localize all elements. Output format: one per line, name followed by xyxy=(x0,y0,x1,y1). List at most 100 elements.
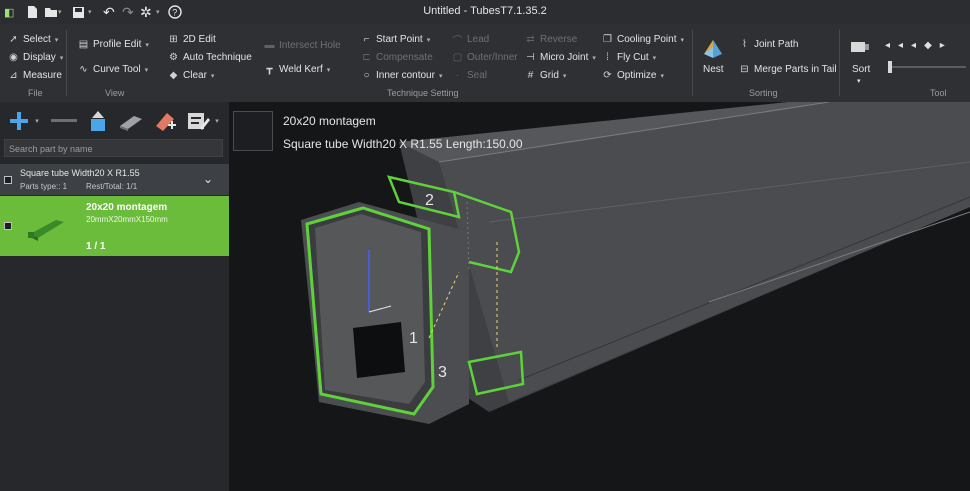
tube-model[interactable] xyxy=(229,102,970,491)
path-label-3: 3 xyxy=(438,364,447,381)
part-group-row[interactable]: Square tube Width20 X R1.55 Parts type::… xyxy=(0,164,229,195)
profile-edit-icon: ▤ xyxy=(78,39,89,50)
tube-part-icon[interactable] xyxy=(117,107,145,135)
select-button[interactable]: ➚ Select ▾ xyxy=(8,34,58,45)
joint-path-button[interactable]: ⌇ Joint Path xyxy=(739,39,798,50)
parts-type-count: Parts type:: 1 xyxy=(20,182,68,191)
viewport-part-description: Square tube Width20 X R1.55 Length:150.0… xyxy=(283,137,523,151)
rest-total-count: Rest/Total: 1/1 xyxy=(86,182,138,191)
group-label-sorting: Sorting xyxy=(749,88,778,98)
micro-joint-button[interactable]: ⊣ Micro Joint ▾ xyxy=(525,52,596,63)
reverse-button[interactable]: ⇄ Reverse xyxy=(525,34,577,45)
path-label-2: 2 xyxy=(425,192,434,209)
curve-tool-button[interactable]: ∿ Curve Tool ▾ xyxy=(78,64,148,75)
search-part-input[interactable]: Search part by name xyxy=(4,139,223,157)
cooling-point-button[interactable]: ❐ Cooling Point ▾ xyxy=(602,34,684,45)
group-label-view: View xyxy=(105,88,125,98)
nest-icon[interactable] xyxy=(700,36,726,62)
slider-handle[interactable] xyxy=(888,61,892,73)
auto-technique-icon: ⚙ xyxy=(169,52,178,63)
ribbon-separator xyxy=(66,30,67,96)
skip-forward-icon[interactable]: ▸ xyxy=(940,40,953,51)
chevron-down-icon: ▾ xyxy=(562,72,567,80)
chevron-down-icon: ▾ xyxy=(652,54,657,62)
sort-button[interactable]: Sort xyxy=(852,64,870,75)
optimize-button[interactable]: ⟳ Optimize ▾ xyxy=(602,70,664,81)
clear-button[interactable]: ◆ Clear ▾ xyxy=(168,70,215,81)
collapse-chevron-icon[interactable]: ⌄ xyxy=(203,172,213,186)
auto-technique-button[interactable]: ⚙ Auto Technique xyxy=(168,52,252,63)
sort-icon[interactable] xyxy=(849,38,871,56)
seal-button[interactable]: · Seal xyxy=(452,70,487,81)
profile-edit-button[interactable]: ▤ Profile Edit ▾ xyxy=(78,39,149,50)
start-point-button[interactable]: ⌐ Start Point ▾ xyxy=(361,34,431,45)
outer-inner-icon: ▢ xyxy=(452,52,463,63)
group-checkbox[interactable] xyxy=(4,176,12,184)
chevron-down-icon: ▾ xyxy=(680,36,684,44)
reverse-icon: ⇄ xyxy=(526,34,535,45)
nest-button[interactable]: Nest xyxy=(703,64,724,75)
part-thumbnail xyxy=(22,208,72,244)
eye-icon: ◉ xyxy=(9,52,18,63)
2d-edit-button[interactable]: ⊞ 2D Edit xyxy=(168,34,216,45)
inner-contour-button[interactable]: ○ Inner contour ▾ xyxy=(361,70,442,81)
edit-part-icon[interactable] xyxy=(152,107,178,135)
fly-cut-icon: ⁞ xyxy=(606,52,609,63)
chevron-down-icon: ▾ xyxy=(592,54,596,62)
curve-tool-icon: ∿ xyxy=(79,64,88,75)
compensate-button[interactable]: ⊏ Compensate xyxy=(361,52,432,63)
compensate-icon: ⊏ xyxy=(362,52,371,63)
chevron-down-icon: ▾ xyxy=(59,54,64,62)
simulation-slider[interactable] xyxy=(888,61,966,73)
step-forward-icon[interactable]: ◆ xyxy=(924,40,940,51)
intersect-hole-icon: ▬ xyxy=(264,40,275,51)
fly-cut-button[interactable]: ⁞ Fly Cut ▾ xyxy=(602,52,656,63)
list-settings-dropdown-icon[interactable]: ▾ xyxy=(212,107,222,135)
group-label-tool: Tool xyxy=(930,88,947,98)
sort-dropdown-icon[interactable]: ▾ xyxy=(857,77,861,85)
title-bar: ◧ ▾ ▾ ↶ ↷ ✲ ▾ ? Untitled - TubesT7.1.35.… xyxy=(0,0,970,24)
chevron-down-icon: ▾ xyxy=(145,41,149,49)
ruler-icon: ⊿ xyxy=(9,70,18,81)
grid-button[interactable]: # Grid ▾ xyxy=(525,70,567,81)
outer-inner-button[interactable]: ▢ Outer/Inner xyxy=(452,52,518,63)
weld-kerf-button[interactable]: ┳ Weld Kerf ▾ xyxy=(264,64,330,75)
skip-back-icon[interactable]: ◂◂ xyxy=(885,40,911,51)
window-title: Untitled - TubesT7.1.35.2 xyxy=(423,5,547,17)
eraser-icon: ◆ xyxy=(169,70,178,81)
cooling-point-icon: ❐ xyxy=(603,34,612,45)
remove-part-icon[interactable] xyxy=(50,107,78,135)
seal-icon: · xyxy=(455,70,460,81)
part-name: 20x20 montagem xyxy=(86,202,168,213)
lead-button[interactable]: ⌒ Lead xyxy=(452,34,490,47)
step-back-icon[interactable]: ◂ xyxy=(911,40,924,51)
add-part-dropdown-icon[interactable]: ▾ xyxy=(33,107,41,135)
start-point-icon: ⌐ xyxy=(363,34,370,45)
list-settings-icon[interactable] xyxy=(186,107,210,135)
chevron-down-icon: ▾ xyxy=(54,36,59,44)
circle-icon: ○ xyxy=(363,70,370,81)
chevron-down-icon: ▾ xyxy=(426,36,431,44)
ribbon-separator xyxy=(839,30,840,96)
group-label-technique: Technique Setting xyxy=(387,88,459,98)
part-count: 1 / 1 xyxy=(86,241,106,252)
import-part-icon[interactable] xyxy=(86,107,110,135)
intersect-hole-button[interactable]: ▬ Intersect Hole xyxy=(264,40,341,51)
merge-parts-button[interactable]: ⊟ Merge Parts in Tail xyxy=(739,64,836,75)
weld-kerf-icon: ┳ xyxy=(266,64,273,75)
chevron-down-icon: ▾ xyxy=(144,66,149,74)
optimize-icon: ⟳ xyxy=(603,70,612,81)
parts-panel xyxy=(0,102,229,491)
part-checkbox[interactable] xyxy=(4,222,12,230)
part-list-item[interactable]: 20x20 montagem 20mmX20mmX150mm 1 / 1 xyxy=(0,196,229,256)
add-part-icon[interactable] xyxy=(6,107,32,135)
3d-viewport[interactable]: 20x20 montagem Square tube Width20 X R1.… xyxy=(229,102,970,491)
group-label-file: File xyxy=(28,88,43,98)
path-label-1: 1 xyxy=(409,330,418,347)
display-button[interactable]: ◉ Display ▾ xyxy=(8,52,63,63)
grid-icon: # xyxy=(527,70,534,81)
ribbon-separator xyxy=(692,30,693,96)
joint-path-icon: ⌇ xyxy=(742,39,747,50)
measure-button[interactable]: ⊿ Measure xyxy=(8,70,62,81)
part-preview-box xyxy=(233,111,273,151)
